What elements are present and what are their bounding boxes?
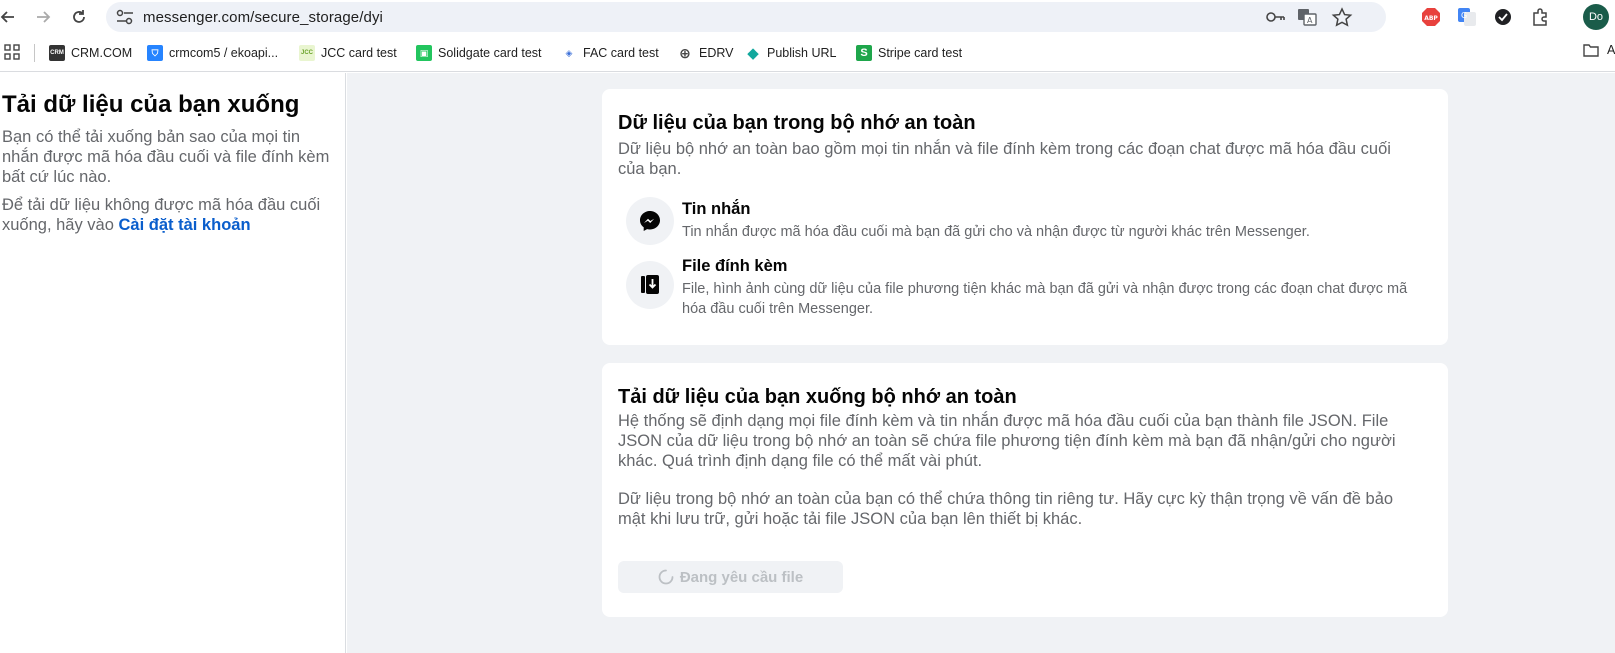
reload-icon — [73, 10, 85, 23]
solidgate-icon: ▣ — [416, 45, 432, 61]
apps-grid-icon[interactable] — [4, 44, 20, 60]
bookmark-item[interactable]: JCC JCC card test — [299, 43, 397, 63]
translate-icon[interactable]: A — [1296, 7, 1318, 27]
fac-icon: ◈ — [565, 47, 573, 58]
adblock-icon: ABP — [1422, 8, 1440, 26]
bookmark-label: EDRV — [699, 46, 734, 60]
bookmark-label: Solidgate card test — [438, 46, 542, 60]
secure-storage-card: Dữ liệu của bạn trong bộ nhớ an toàn Dữ … — [602, 89, 1448, 345]
page-title: Tải dữ liệu của bạn xuống — [2, 91, 300, 118]
google-translate-icon: G — [1458, 8, 1476, 26]
crm-icon: CRM — [49, 45, 65, 61]
download-card: Tải dữ liệu của bạn xuống bộ nhớ an toàn… — [602, 363, 1448, 617]
request-file-label: Đang yêu cầu file — [679, 568, 804, 586]
item-title: Tin nhắn — [682, 200, 751, 218]
page-content: Tải dữ liệu của bạn xuống Bạn có thể tải… — [0, 73, 1615, 653]
bookmark-label: FAC card test — [583, 46, 659, 60]
request-file-button[interactable]: Đang yêu cầu file — [618, 561, 843, 593]
loading-spinner-icon — [658, 569, 674, 585]
adblock-extension[interactable]: ABP — [1420, 6, 1442, 28]
stripe-icon: S — [856, 45, 872, 61]
bookmark-item[interactable]: ◈ FAC card test — [561, 43, 659, 63]
main-area: Dữ liệu của bạn trong bộ nhớ an toàn Dữ … — [347, 73, 1615, 653]
attachments-icon-container — [626, 261, 674, 309]
extensions-button[interactable] — [1529, 6, 1551, 28]
key-icon[interactable] — [1264, 7, 1286, 27]
check-extension[interactable] — [1492, 6, 1514, 28]
puzzle-icon — [1533, 8, 1547, 26]
bookmark-label: CRM.COM — [71, 46, 133, 60]
bookmark-label: crmcom5 / ekoapi... — [169, 46, 279, 60]
bookmark-item[interactable]: ◆ Publish URL — [745, 43, 836, 63]
bookmark-star-icon[interactable] — [1331, 7, 1353, 27]
site-settings-icon[interactable] — [114, 7, 136, 27]
bookmark-item[interactable]: ⊕ EDRV — [677, 43, 734, 63]
bookmark-label: Publish URL — [767, 46, 837, 60]
check-circle-icon — [1495, 9, 1511, 25]
privacy-warning: Dữ liệu trong bộ nhớ an toàn của bạn có … — [618, 490, 1394, 528]
url-text: messenger.com/secure_storage/dyi — [143, 9, 383, 26]
address-bar[interactable]: messenger.com/secure_storage/dyi A — [106, 2, 1386, 32]
bookmark-label: JCC card test — [321, 46, 397, 60]
diamond-icon: ◆ — [747, 45, 759, 62]
card-title: Dữ liệu của bạn trong bộ nhớ an toàn — [618, 112, 976, 134]
forward-arrow-icon — [37, 11, 51, 23]
svg-text:A: A — [1307, 16, 1313, 25]
bookmarks-separator — [34, 44, 35, 62]
sidebar-note: Để tải dữ liệu không được mã hóa đầu cuố… — [2, 195, 332, 235]
messages-icon-container — [626, 197, 674, 245]
bookmark-item[interactable]: ⛉ crmcom5 / ekoapi... — [147, 43, 278, 63]
browser-toolbar: messenger.com/secure_storage/dyi A ABP G… — [0, 0, 1615, 34]
messenger-icon — [640, 211, 660, 231]
google-translate-extension[interactable]: G — [1456, 6, 1478, 28]
card-title: Tải dữ liệu của bạn xuống bộ nhớ an toàn — [618, 386, 1017, 408]
folder-icon — [1583, 44, 1599, 57]
item-title: File đính kèm — [682, 257, 788, 275]
svg-text:G: G — [1461, 11, 1467, 20]
card-description: Hệ thống sẽ định dạng mọi file đính kèm … — [618, 412, 1396, 470]
back-button[interactable] — [0, 4, 21, 30]
card-description: Dữ liệu bộ nhớ an toàn bao gồm mọi tin n… — [618, 140, 1391, 178]
sidebar: Tải dữ liệu của bạn xuống Bạn có thể tải… — [0, 73, 346, 653]
bookmark-folder[interactable]: A — [1583, 43, 1615, 57]
item-description: File, hình ảnh cùng dữ liệu của file phư… — [682, 281, 1408, 317]
reload-button[interactable] — [66, 4, 92, 30]
bookmark-label: Stripe card test — [878, 46, 963, 60]
profile-avatar[interactable]: Do — [1583, 4, 1609, 30]
download-card-icon — [641, 275, 659, 294]
item-description: Tin nhắn được mã hóa đầu cuối mà bạn đã … — [682, 224, 1310, 240]
back-arrow-icon — [0, 11, 14, 23]
bitbucket-icon: ⛉ — [147, 45, 163, 61]
account-settings-link[interactable]: Cài đặt tài khoản — [119, 216, 251, 234]
sidebar-description: Bạn có thể tải xuống bản sao của mọi tin… — [2, 128, 330, 186]
bookmark-folder-label: A — [1607, 43, 1615, 57]
globe-icon: ⊕ — [679, 44, 691, 61]
bookmark-item[interactable]: S Stripe card test — [856, 43, 962, 63]
bookmark-item[interactable]: CRM CRM.COM — [49, 43, 132, 63]
jcc-icon: JCC — [299, 45, 315, 61]
bookmark-item[interactable]: ▣ Solidgate card test — [416, 43, 542, 63]
bookmarks-bar: CRM CRM.COM ⛉ crmcom5 / ekoapi... JCC JC… — [0, 34, 1615, 72]
forward-button[interactable] — [30, 4, 56, 30]
svg-text:ABP: ABP — [1424, 15, 1438, 22]
